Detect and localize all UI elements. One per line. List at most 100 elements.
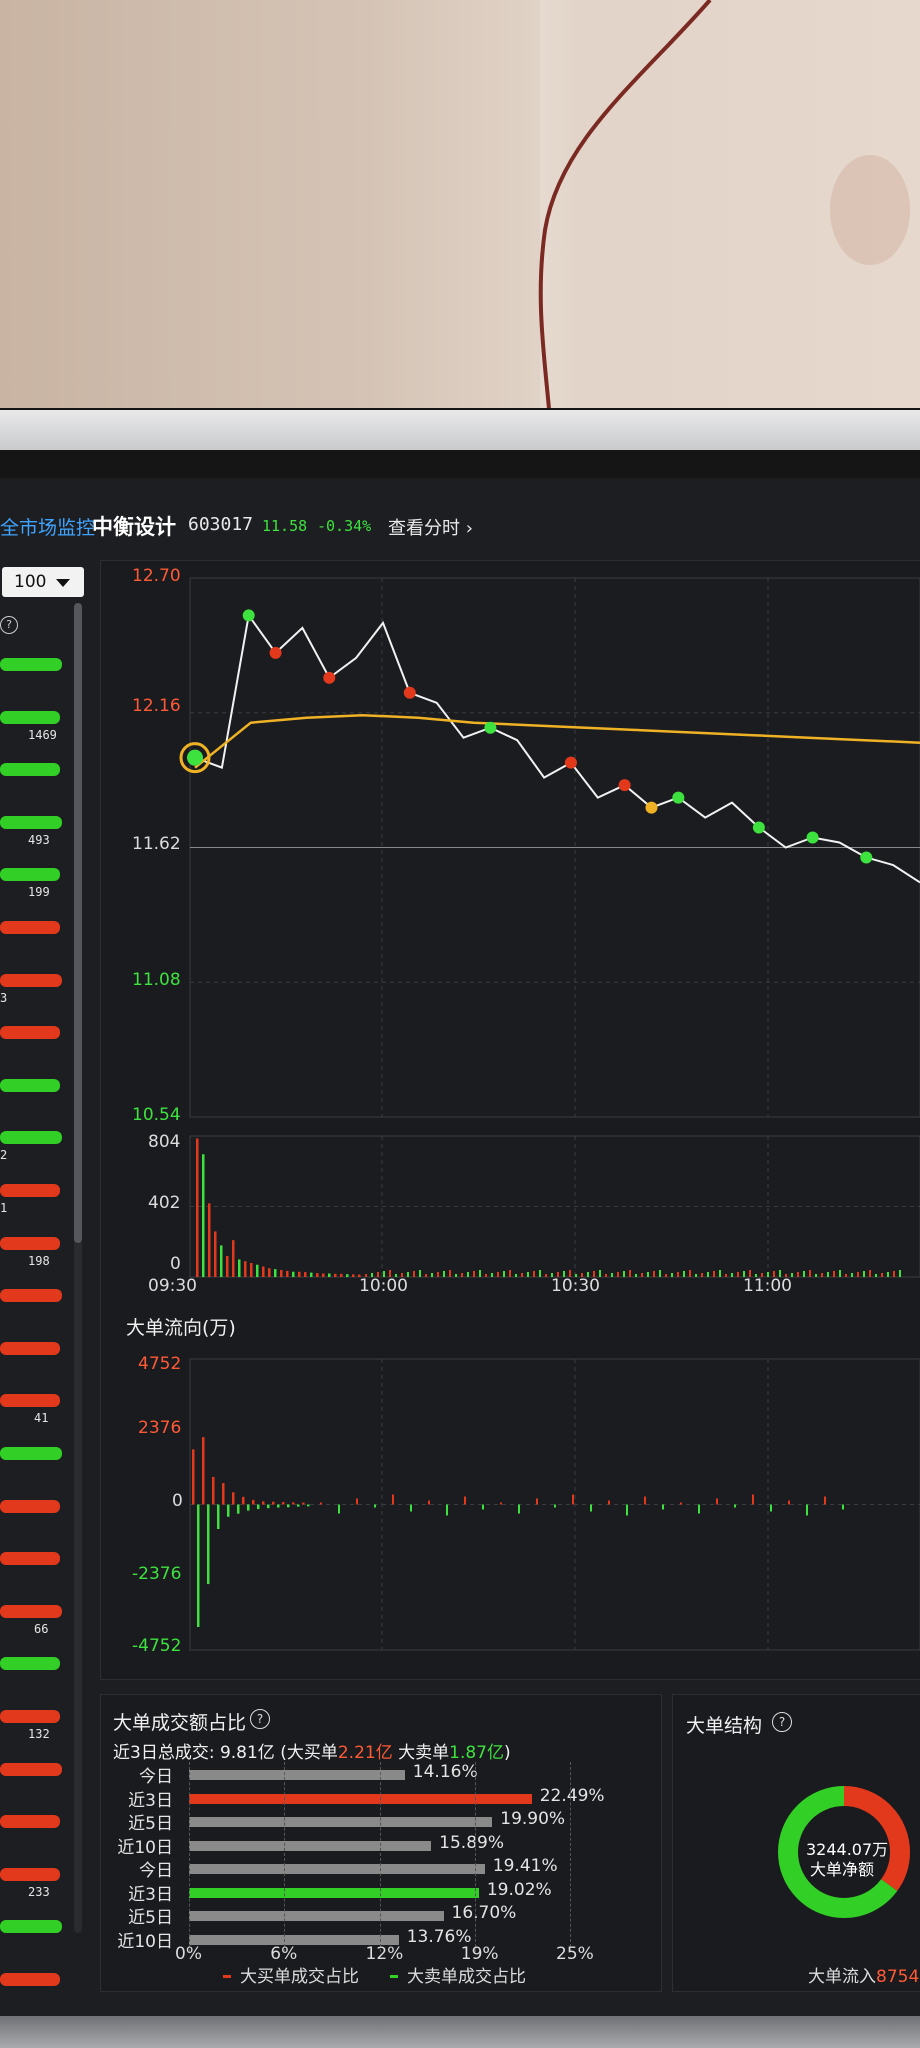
volume-bar: [509, 1270, 511, 1277]
ratio-bar: [189, 1864, 485, 1874]
volume-bar: [689, 1270, 691, 1277]
flow-bar: [716, 1498, 718, 1505]
volume-bar: [196, 1138, 199, 1277]
ratio-row-value: 15.89%: [439, 1832, 504, 1853]
flow-bar: [282, 1502, 285, 1505]
order-bar[interactable]: [0, 1867, 60, 1881]
ratio-row-label: 近10日: [117, 1837, 173, 1858]
legend-buy: 大买单成交占比: [240, 1967, 359, 1987]
flow-tick-4: -2376: [132, 1564, 182, 1584]
volume-bar: [737, 1272, 739, 1277]
flow-bar: [252, 1499, 255, 1505]
volume-bar: [527, 1272, 529, 1277]
ratio-row-value: 19.02%: [486, 1879, 552, 1900]
volume-bar: [821, 1273, 823, 1277]
ratio-gridline: [474, 1762, 476, 1952]
order-bar[interactable]: [0, 1920, 62, 1934]
volume-bar: [202, 1154, 205, 1277]
trade-marker: [403, 686, 416, 699]
flow-tick-5: -4752: [132, 1636, 182, 1656]
volume-bar: [280, 1269, 283, 1277]
flow-bar: [806, 1504, 808, 1516]
volume-bar: [238, 1259, 241, 1277]
ratio-bar: [189, 1817, 493, 1827]
open-marker-inner: [187, 749, 203, 766]
ratio-summary: 近3日总成交: 9.81亿 (大买单2.21亿 大卖单1.87亿): [113, 1738, 511, 1763]
volume-bar: [479, 1270, 481, 1277]
ratio-bar: [189, 1770, 405, 1780]
volume-bar: [413, 1271, 415, 1277]
price-tick-2: 12.16: [132, 696, 181, 716]
flow-bar: [307, 1504, 310, 1507]
trade-marker: [564, 756, 577, 769]
order-count: 233: [28, 1884, 50, 1899]
volume-bar: [707, 1272, 709, 1277]
flow-bar: [536, 1498, 538, 1505]
flow-tick-2: 2376: [138, 1418, 182, 1438]
volume-bar: [731, 1273, 733, 1277]
summary-total: 9.81亿: [219, 1743, 275, 1763]
volume-bar: [647, 1272, 649, 1277]
flow-bar: [292, 1502, 295, 1505]
trade-marker: [672, 791, 685, 804]
legend-buy-swatch: [223, 1975, 231, 1978]
flow-bar: [464, 1496, 466, 1505]
ratio-axis-tick: 25%: [556, 1944, 594, 1964]
order-bar[interactable]: [0, 1762, 62, 1776]
volume-bar: [503, 1271, 505, 1277]
volume-bar: [893, 1271, 895, 1277]
flow-bar: [302, 1502, 305, 1505]
volume-bar: [899, 1270, 901, 1277]
flow-bar: [662, 1504, 664, 1510]
bottom-bezel: [0, 2016, 920, 2048]
volume-bar: [539, 1270, 541, 1277]
ratio-axis-tick: 19%: [460, 1944, 499, 1964]
flow-bar: [338, 1504, 340, 1514]
flow-tick-1: 4752: [138, 1354, 182, 1374]
volume-bar: [725, 1274, 727, 1277]
volume-bar: [346, 1274, 349, 1277]
time-tick-1100: 11:00: [743, 1276, 792, 1296]
volume-bar: [695, 1274, 697, 1277]
volume-bar: [881, 1273, 883, 1277]
volume-bar: [845, 1274, 847, 1277]
volume-bar: [262, 1266, 265, 1277]
flow-bar: [752, 1494, 754, 1505]
ratio-row-label: 近3日: [128, 1790, 173, 1811]
volume-bar: [443, 1271, 445, 1277]
ratio-gridline: [189, 1762, 190, 1952]
volume-bar: [521, 1273, 523, 1277]
volume-bar: [298, 1271, 301, 1277]
ratio-row-value: 19.41%: [492, 1856, 558, 1876]
volume-bar: [629, 1270, 631, 1277]
order-bar[interactable]: [0, 1815, 60, 1829]
flow-bar: [237, 1504, 240, 1514]
flow-bar: [222, 1483, 225, 1505]
net-amount-label: 大单净额: [810, 1860, 875, 1879]
ratio-row-value: 22.49%: [539, 1785, 605, 1806]
volume-bar: [677, 1272, 679, 1277]
flow-title: 大单流向(万): [126, 1317, 236, 1339]
ratio-row-label: 近10日: [117, 1931, 173, 1952]
order-bar[interactable]: [0, 1973, 60, 1986]
ratio-bar: [189, 1793, 532, 1804]
ratio-help-icon[interactable]: ?: [250, 1709, 270, 1729]
volume-bar: [304, 1272, 307, 1277]
order-count: 132: [28, 1727, 50, 1741]
ratio-row-label: 近5日: [128, 1814, 173, 1834]
trade-marker: [242, 609, 255, 622]
flow-bar: [227, 1504, 230, 1517]
volume-bar: [328, 1273, 331, 1277]
volume-bar: [220, 1245, 223, 1277]
structure-help-icon[interactable]: ?: [772, 1712, 792, 1732]
volume-bar: [449, 1270, 451, 1277]
volume-bar: [617, 1272, 619, 1277]
flow-bar: [392, 1494, 394, 1505]
volume-bar: [473, 1271, 475, 1277]
ratio-row-value: 16.70%: [451, 1903, 517, 1923]
price-tick-5: 10.54: [132, 1105, 181, 1125]
order-bar[interactable]: [0, 1710, 60, 1723]
volume-bar: [485, 1274, 487, 1277]
volume-bar: [322, 1273, 325, 1277]
volume-bar: [208, 1203, 211, 1277]
